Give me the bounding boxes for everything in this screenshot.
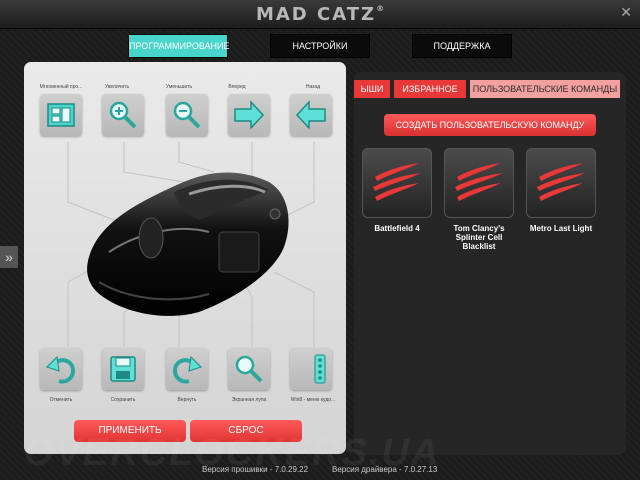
arrow-right-icon xyxy=(234,100,265,130)
button-label: Вперед xyxy=(228,84,246,90)
close-icon: ✕ xyxy=(620,4,632,20)
tab-programming[interactable]: ПРОГРАММИРОВАНИЕ xyxy=(128,34,230,58)
programming-panel: Мгновенный про... Увеличить Уменьшить Вп… xyxy=(24,62,346,454)
magnifier-icon xyxy=(235,355,263,383)
close-button[interactable]: ✕ xyxy=(620,4,632,21)
mad-catz-claw-icon xyxy=(373,163,421,201)
tab-user-commands[interactable]: ПОЛЬЗОВАТЕЛЬСКИЕ КОМАНДЫ xyxy=(470,80,620,98)
button-label: Вернуть xyxy=(177,397,197,403)
double-chevron-right-icon: » xyxy=(5,249,13,265)
mouse-image xyxy=(87,172,289,316)
forward-button[interactable] xyxy=(228,94,270,136)
instant-profile-button[interactable] xyxy=(40,94,82,136)
zoom-out-button[interactable] xyxy=(166,94,208,136)
brand-logo: MAD CATZ® xyxy=(255,4,385,25)
game-card-battlefield-4[interactable] xyxy=(362,148,432,218)
expand-panel-button[interactable]: » xyxy=(0,246,18,268)
redo-button[interactable] xyxy=(166,348,208,390)
mad-catz-claw-icon xyxy=(537,163,585,201)
save-button[interactable] xyxy=(102,348,144,390)
title-bar: MAD CATZ® ✕ xyxy=(0,0,640,29)
undo-button[interactable] xyxy=(40,348,82,390)
button-label: Отменить xyxy=(49,397,73,403)
create-user-command-button[interactable]: СОЗДАТЬ ПОЛЬЗОВАТЕЛЬСКУЮ КОМАНДУ xyxy=(384,114,596,136)
game-card-splinter-cell[interactable] xyxy=(444,148,514,218)
game-name: Battlefield 4 xyxy=(374,224,420,233)
layout-icon xyxy=(47,103,75,127)
driver-version: Версия драйвера - 7.0.27.13 xyxy=(332,465,438,474)
main-nav: ПРОГРАММИРОВАНИЕ НАСТРОЙКИ ПОДДЕРЖКА xyxy=(0,34,640,58)
tab-settings[interactable]: НАСТРОЙКИ xyxy=(270,34,370,58)
button-label: Уменьшить xyxy=(165,84,193,90)
game-card-metro-last-light[interactable] xyxy=(526,148,596,218)
button-label: Win8 - меню кудо... xyxy=(290,397,336,403)
button-label: Увеличить xyxy=(104,84,130,90)
commands-panel: ЫШИ ИЗБРАННОЕ ПОЛЬЗОВАТЕЛЬСКИЕ КОМАНДЫ С… xyxy=(354,72,626,455)
zoom-in-icon xyxy=(109,101,137,129)
app-window: MAD CATZ® ✕ ПРОГРАММИРОВАНИЕ НАСТРОЙКИ П… xyxy=(0,0,640,480)
button-label: Сохранить xyxy=(110,397,136,403)
zoom-in-button[interactable] xyxy=(102,94,144,136)
game-name: Tom Clancy's Splinter Cell Blacklist xyxy=(453,224,505,251)
save-icon xyxy=(110,356,136,382)
tab-support[interactable]: ПОДДЕРЖКА xyxy=(412,34,512,58)
mad-catz-claw-icon xyxy=(455,163,503,201)
zoom-out-icon xyxy=(173,101,201,129)
firmware-version: Версия прошивки - 7.0.29.22 xyxy=(202,465,309,474)
win8-menu-button[interactable] xyxy=(290,348,332,390)
commands-tabs: ЫШИ ИЗБРАННОЕ ПОЛЬЗОВАТЕЛЬСКИЕ КОМАНДЫ xyxy=(354,80,626,98)
screen-magnifier-button[interactable] xyxy=(228,348,270,390)
button-label: Экранная лупа xyxy=(231,397,267,403)
tab-favorites[interactable]: ИЗБРАННОЕ xyxy=(394,80,466,98)
back-button[interactable] xyxy=(290,94,332,136)
arrow-left-icon xyxy=(295,100,326,130)
win8-menu-icon xyxy=(314,354,326,384)
button-label: Назад xyxy=(305,84,321,90)
button-label: Мгновенный про... xyxy=(39,84,83,90)
game-name: Metro Last Light xyxy=(529,224,593,233)
undo-icon xyxy=(46,355,76,384)
tab-mice[interactable]: ЫШИ xyxy=(354,80,390,98)
redo-icon xyxy=(172,355,202,384)
